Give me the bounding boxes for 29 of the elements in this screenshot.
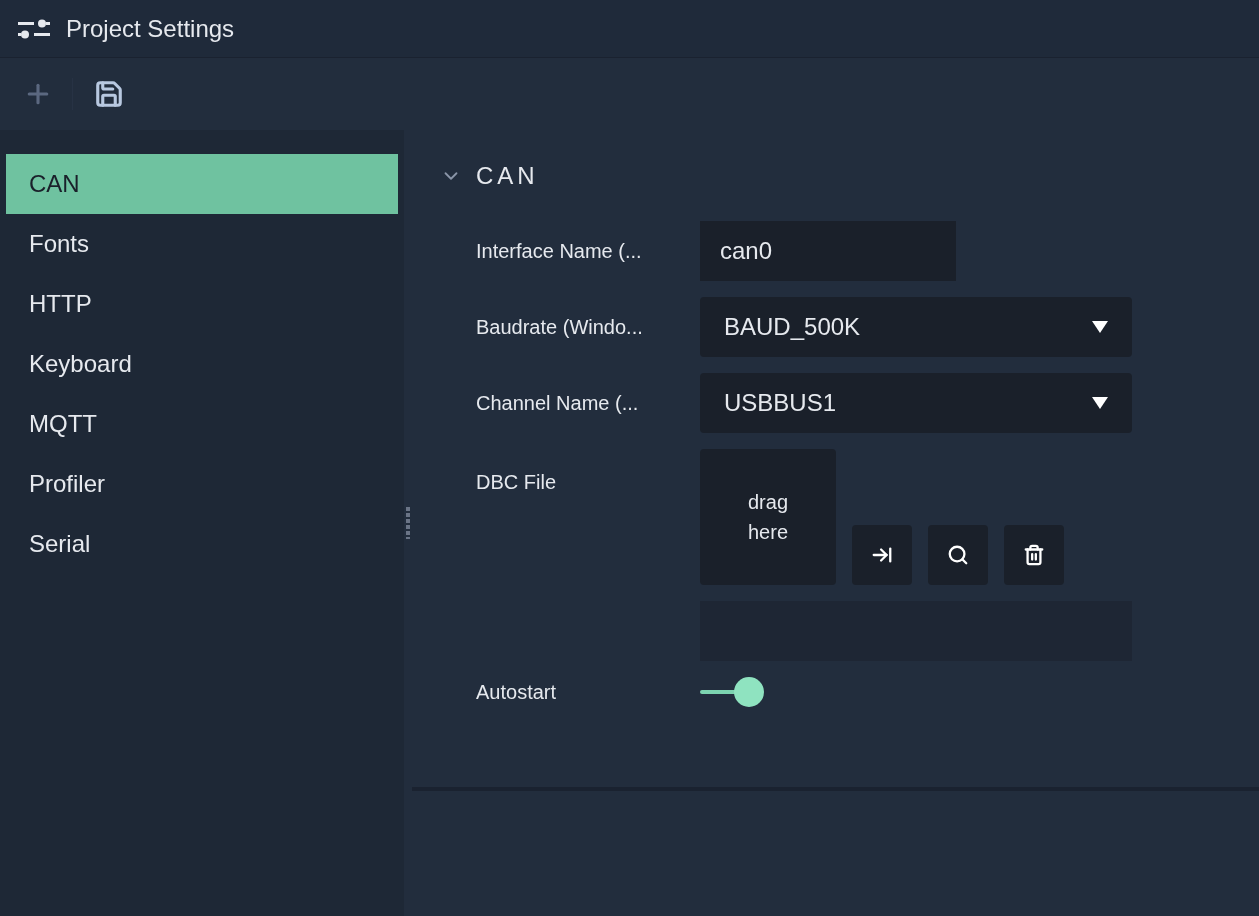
field-label: Baudrate (Windo... xyxy=(476,315,644,340)
resize-handle-icon[interactable] xyxy=(406,507,410,539)
sidebar-item[interactable]: Fonts xyxy=(6,214,398,274)
section-title: CAN xyxy=(476,161,539,191)
sidebar-item[interactable]: CAN xyxy=(6,154,398,214)
sidebar-item[interactable]: Profiler xyxy=(6,454,398,514)
field-label: Autostart xyxy=(476,680,558,705)
toggle-switch[interactable] xyxy=(700,677,764,707)
dropdown[interactable]: USBBUS1 xyxy=(700,373,1132,433)
sidebar-item[interactable]: HTTP xyxy=(6,274,398,334)
dropdown[interactable]: BAUD_500K xyxy=(700,297,1132,357)
sidebar-item[interactable]: MQTT xyxy=(6,394,398,454)
field-label: DBC File xyxy=(476,470,557,495)
sliders-icon xyxy=(18,18,50,39)
insert-button[interactable] xyxy=(852,525,912,585)
dropdown-arrow-icon xyxy=(1092,321,1108,333)
search-icon xyxy=(947,544,969,566)
save-icon xyxy=(94,79,124,109)
dropdown-arrow-icon xyxy=(1092,397,1108,409)
field-label: Channel Name (... xyxy=(476,391,640,416)
input-field[interactable]: can0 xyxy=(700,221,956,281)
field-label: Interface Name (... xyxy=(476,239,643,264)
delete-button[interactable] xyxy=(1004,525,1064,585)
sidebar-item[interactable]: Keyboard xyxy=(6,334,398,394)
trash-icon xyxy=(1023,544,1045,566)
window-title: Project Settings xyxy=(66,13,235,44)
drop-zone[interactable]: drag here xyxy=(700,449,836,585)
sidebar-item[interactable]: Serial xyxy=(6,514,398,574)
search-button[interactable] xyxy=(928,525,988,585)
